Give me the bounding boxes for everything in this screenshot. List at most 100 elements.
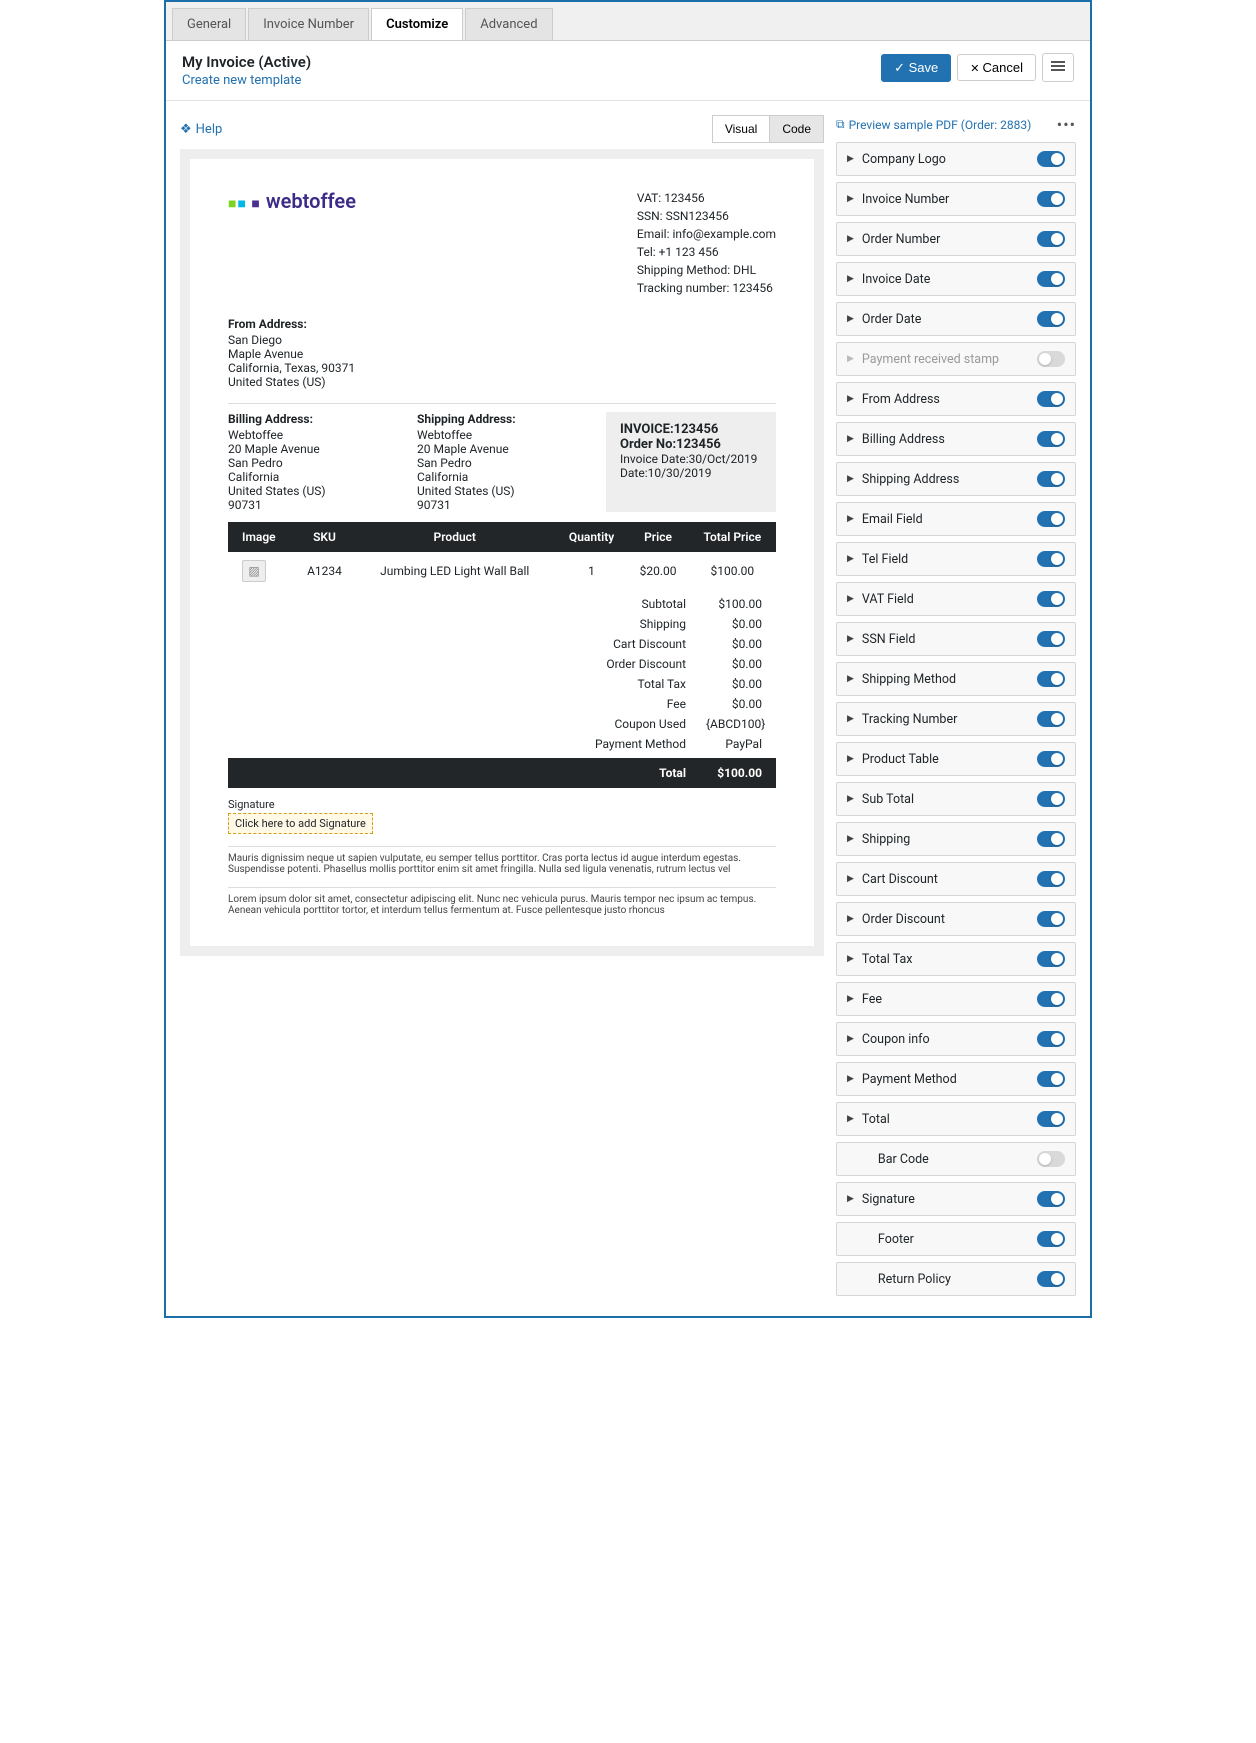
footer-text-1: Mauris dignissim neque ut sapien vulputa… (228, 846, 776, 875)
panel-cart-discount[interactable]: ▶Cart Discount (836, 862, 1076, 896)
panel-sub-total[interactable]: ▶Sub Total (836, 782, 1076, 816)
company-info: VAT: 123456 SSN: SSN123456 Email: info@e… (637, 189, 776, 297)
panel-label: Email Field (862, 512, 923, 527)
toggle-switch[interactable] (1037, 271, 1065, 287)
cancel-button[interactable]: Cancel (957, 54, 1036, 81)
tab-customize[interactable]: Customize (371, 8, 463, 40)
panel-label: From Address (862, 392, 940, 407)
panel-coupon-info[interactable]: ▶Coupon info (836, 1022, 1076, 1056)
panel-invoice-date[interactable]: ▶Invoice Date (836, 262, 1076, 296)
create-template-link[interactable]: Create new template (182, 73, 301, 88)
panel-tracking-number[interactable]: ▶Tracking Number (836, 702, 1076, 736)
panel-shipping-address[interactable]: ▶Shipping Address (836, 462, 1076, 496)
more-options-icon[interactable]: ••• (1057, 115, 1076, 134)
panel-footer[interactable]: ▶Footer (836, 1222, 1076, 1256)
toggle-switch[interactable] (1037, 311, 1065, 327)
panel-label: Order Number (862, 232, 940, 247)
toggle-switch[interactable] (1037, 1071, 1065, 1087)
toggle-switch[interactable] (1037, 791, 1065, 807)
panel-order-discount[interactable]: ▶Order Discount (836, 902, 1076, 936)
panel-product-table[interactable]: ▶ Product Table (836, 742, 1076, 776)
toggle-switch[interactable] (1037, 1191, 1065, 1207)
code-button[interactable]: Code (769, 115, 824, 143)
toggle-switch[interactable] (1037, 551, 1065, 567)
product-table: ImageSKUProductQuantityPriceTotal Price … (228, 522, 776, 590)
panel-from-address[interactable]: ▶From Address (836, 382, 1076, 416)
panel-label: Footer (878, 1232, 914, 1247)
panel-fee[interactable]: ▶Fee (836, 982, 1076, 1016)
toggle-switch[interactable] (1037, 591, 1065, 607)
panel-label: Bar Code (878, 1152, 929, 1167)
panel-label: Cart Discount (862, 872, 938, 887)
panel-payment-method[interactable]: ▶Payment Method (836, 1062, 1076, 1096)
toggle-switch[interactable] (1037, 1151, 1065, 1167)
menu-button[interactable] (1042, 53, 1074, 82)
panel-signature[interactable]: ▶Signature (836, 1182, 1076, 1216)
toggle-switch[interactable] (1037, 751, 1065, 767)
toggle-switch[interactable] (1037, 351, 1065, 367)
panel-label: Order Discount (862, 912, 945, 927)
view-toggle: Visual Code (712, 115, 824, 143)
panel-label: Payment Method (862, 1072, 957, 1087)
panel-invoice-number[interactable]: ▶Invoice Number (836, 182, 1076, 216)
panel-order-date[interactable]: ▶Order Date (836, 302, 1076, 336)
panel-email-field[interactable]: ▶Email Field (836, 502, 1076, 536)
tab-invoice-number[interactable]: Invoice Number (248, 8, 369, 40)
toggle-switch[interactable] (1037, 631, 1065, 647)
panel-tel-field[interactable]: ▶Tel Field (836, 542, 1076, 576)
panel-bar-code[interactable]: ▶Bar Code (836, 1142, 1076, 1176)
invoice-summary-box: INVOICE:123456 Order No:123456 Invoice D… (606, 412, 776, 512)
visual-button[interactable]: Visual (712, 115, 769, 143)
invoice-preview[interactable]: ■■ ■ webtoffee VAT: 123456 SSN: SSN12345… (190, 159, 814, 946)
panel-label: Sub Total (862, 792, 914, 807)
toggle-switch[interactable] (1037, 671, 1065, 687)
toggle-switch[interactable] (1037, 1111, 1065, 1127)
toggle-switch[interactable] (1037, 871, 1065, 887)
tab-general[interactable]: General (172, 8, 246, 40)
panel-total[interactable]: ▶Total (836, 1102, 1076, 1136)
tab-advanced[interactable]: Advanced (465, 8, 552, 40)
panel-label: Order Date (862, 312, 921, 327)
panel-order-number[interactable]: ▶Order Number (836, 222, 1076, 256)
toggle-switch[interactable] (1037, 711, 1065, 727)
chevron-right-icon: ▶ (847, 354, 854, 364)
panel-label: Shipping Method (862, 672, 956, 687)
toggle-switch[interactable] (1037, 831, 1065, 847)
toggle-switch[interactable] (1037, 1031, 1065, 1047)
chevron-right-icon: ▶ (847, 474, 854, 484)
signature-box[interactable]: Click here to add Signature (228, 813, 373, 834)
save-button[interactable]: Save (881, 54, 951, 82)
panel-shipping[interactable]: ▶Shipping (836, 822, 1076, 856)
panel-shipping-method[interactable]: ▶Shipping Method (836, 662, 1076, 696)
panel-total-tax[interactable]: ▶Total Tax (836, 942, 1076, 976)
panel-payment-received-stamp[interactable]: ▶Payment received stamp (836, 342, 1076, 376)
panel-vat-field[interactable]: ▶VAT Field (836, 582, 1076, 616)
chevron-right-icon: ▶ (847, 1114, 854, 1124)
toggle-switch[interactable] (1037, 191, 1065, 207)
toggle-switch[interactable] (1037, 1231, 1065, 1247)
grand-total: Total $100.00 (228, 758, 776, 788)
preview-pdf-link[interactable]: ⧉ Preview sample PDF (Order: 2883) (836, 117, 1031, 132)
panel-company-logo[interactable]: ▶Company Logo (836, 142, 1076, 176)
toggle-switch[interactable] (1037, 471, 1065, 487)
toggle-switch[interactable] (1037, 1271, 1065, 1287)
panel-return-policy[interactable]: ▶Return Policy (836, 1262, 1076, 1296)
chevron-right-icon: ▶ (847, 994, 854, 1004)
chevron-right-icon: ▶ (847, 434, 854, 444)
toggle-switch[interactable] (1037, 151, 1065, 167)
totals: Subtotal$100.00Shipping$0.00Cart Discoun… (228, 594, 776, 754)
toggle-switch[interactable] (1037, 511, 1065, 527)
panel-label: Return Policy (878, 1272, 951, 1287)
panel-label: Product Table (862, 752, 939, 767)
help-link[interactable]: ❖ Help (180, 122, 222, 137)
chevron-right-icon: ▶ (847, 754, 854, 764)
panel-billing-address[interactable]: ▶Billing Address (836, 422, 1076, 456)
toggle-switch[interactable] (1037, 991, 1065, 1007)
toggle-switch[interactable] (1037, 231, 1065, 247)
toggle-switch[interactable] (1037, 391, 1065, 407)
toggle-switch[interactable] (1037, 911, 1065, 927)
toggle-switch[interactable] (1037, 431, 1065, 447)
preview-wrap: ■■ ■ webtoffee VAT: 123456 SSN: SSN12345… (180, 149, 824, 956)
toggle-switch[interactable] (1037, 951, 1065, 967)
panel-ssn-field[interactable]: ▶SSN Field (836, 622, 1076, 656)
